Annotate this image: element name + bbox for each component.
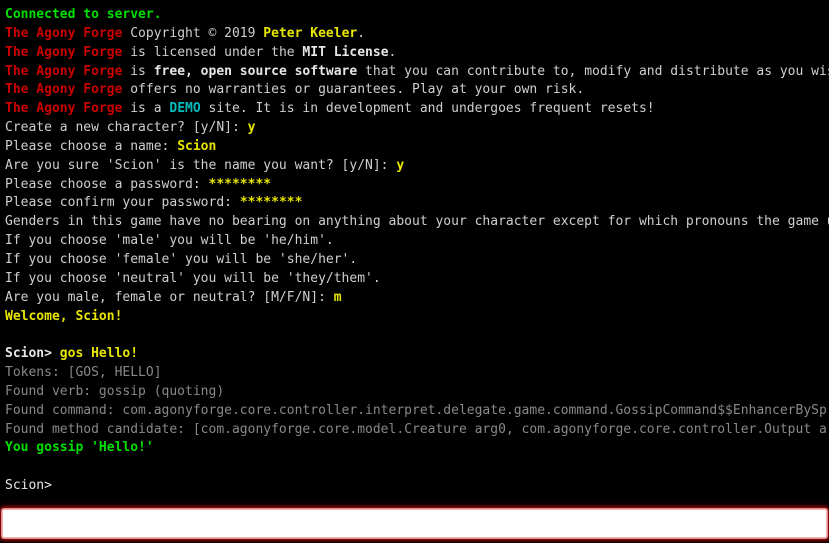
- console-text-segment: The Agony Forge: [5, 101, 123, 117]
- console-text-segment: [5, 327, 13, 342]
- confirm-password-prompt-line: Please confirm your password: ********: [5, 194, 829, 213]
- console-text-segment: Create a new character? [y/N]:: [5, 120, 248, 136]
- console-text-segment: Found verb: gossip (quoting): [5, 383, 225, 399]
- console-text-segment: Found method candidate: [com.agonyforge.…: [5, 421, 829, 437]
- demo-notice-line: The Agony Forge is a DEMO site. It is in…: [5, 100, 829, 119]
- console-text-segment: free, open source software: [153, 63, 358, 79]
- console-text-segment: is a: [122, 101, 170, 117]
- terminal-app: Connected to server. The Agony Forge Copy…: [0, 0, 829, 543]
- console-text-segment: Please choose a password:: [5, 176, 209, 192]
- console-text-segment: ********: [239, 195, 303, 211]
- gossip-output-line: You gossip 'Hello!': [5, 439, 829, 458]
- console-text-segment: MIT License: [302, 44, 389, 60]
- console-text-segment: Tokens: [GOS, HELLO]: [5, 365, 162, 381]
- console-text-segment: The Agony Forge: [5, 44, 123, 60]
- console-text-segment: Are you male, female or neutral? [M/F/N]…: [5, 289, 334, 305]
- debug-verb-line: Found verb: gossip (quoting): [5, 383, 829, 402]
- console-text-segment: is licensed under the: [122, 44, 303, 60]
- console-text-segment: The Agony Forge: [5, 63, 123, 79]
- console-output-pane[interactable]: Connected to server. The Agony Forge Copy…: [0, 0, 829, 505]
- gender-explanation-line: Genders in this game have no bearing on …: [5, 213, 829, 232]
- console-text-segment: You gossip 'Hello!': [5, 440, 154, 456]
- console-text-segment: m: [333, 289, 342, 305]
- console-text-segment: is: [122, 63, 154, 79]
- command-input[interactable]: [2, 509, 827, 538]
- warranty-line: The Agony Forge offers no warranties or …: [5, 81, 829, 100]
- console-text-segment: Copyright © 2019: [122, 25, 264, 41]
- console-text-segment: site. It is in development and undergoes…: [200, 101, 655, 117]
- console-text-segment: y: [396, 157, 405, 173]
- open-source-line: The Agony Forge is free, open source sof…: [5, 63, 829, 82]
- console-text-segment: Scion>: [5, 478, 52, 494]
- blank-line: [5, 458, 829, 477]
- gender-prompt-line: Are you male, female or neutral? [M/F/N]…: [5, 289, 829, 308]
- debug-tokens-line: Tokens: [GOS, HELLO]: [5, 364, 829, 383]
- command-input-bar: [0, 505, 829, 543]
- console-text-segment: .: [388, 44, 397, 60]
- gender-male-line: If you choose 'male' you will be 'he/him…: [5, 232, 829, 251]
- console-text-segment: Found command: com.agonyforge.core.contr…: [5, 402, 829, 418]
- console-text-segment: Welcome, Scion!: [5, 308, 123, 324]
- console-text-segment: ********: [208, 176, 272, 192]
- console-text-segment: DEMO: [169, 101, 201, 117]
- debug-method-line: Found method candidate: [com.agonyforge.…: [5, 421, 829, 440]
- create-character-prompt-line: Create a new character? [y/N]: y: [5, 119, 829, 138]
- console-text-segment: The Agony Forge: [5, 25, 123, 41]
- console-text-segment: Please choose a name:: [5, 138, 178, 154]
- console-text-segment: If you choose 'neutral' you will be 'the…: [5, 270, 381, 286]
- console-text-segment: If you choose 'female' you will be 'she/…: [5, 251, 358, 267]
- welcome-line: Welcome, Scion!: [5, 308, 829, 327]
- license-line: The Agony Forge is licensed under the MI…: [5, 44, 829, 63]
- console-text-segment: Scion: [177, 138, 217, 154]
- copyright-line: The Agony Forge Copyright © 2019 Peter K…: [5, 25, 829, 44]
- console-text-segment: Please confirm your password:: [5, 195, 240, 211]
- gender-neutral-line: If you choose 'neutral' you will be 'the…: [5, 270, 829, 289]
- choose-name-prompt-line: Please choose a name: Scion: [5, 138, 829, 157]
- console-text-segment: Connected to server.: [5, 7, 162, 22]
- console-text-segment: [5, 459, 13, 474]
- console-text-segment: Genders in this game have no bearing on …: [5, 214, 829, 230]
- connection-status-line: Connected to server.: [5, 6, 829, 25]
- confirm-name-prompt-line: Are you sure 'Scion' is the name you wan…: [5, 157, 829, 176]
- console-text-segment: that you can contribute to, modify and d…: [357, 63, 829, 79]
- console-text-segment: The Agony Forge: [5, 82, 123, 98]
- debug-command-line: Found command: com.agonyforge.core.contr…: [5, 402, 829, 421]
- gender-female-line: If you choose 'female' you will be 'she/…: [5, 251, 829, 270]
- current-prompt-line: Scion>: [5, 477, 829, 496]
- console-text-segment: y: [247, 120, 256, 136]
- console-text-segment: gos Hello!: [59, 346, 139, 362]
- command-echo-line: Scion> gos Hello!: [5, 345, 829, 364]
- console-text-segment: offers no warranties or guarantees. Play…: [122, 82, 585, 98]
- console-text-segment: .: [357, 25, 366, 41]
- console-text-segment: If you choose 'male' you will be 'he/him…: [5, 233, 334, 249]
- choose-password-prompt-line: Please choose a password: ********: [5, 176, 829, 195]
- console-text-segment: Are you sure 'Scion' is the name you wan…: [5, 157, 397, 173]
- console-text-segment: Scion>: [5, 346, 60, 362]
- console-text-segment: Peter Keeler: [263, 25, 358, 41]
- blank-line: [5, 326, 829, 345]
